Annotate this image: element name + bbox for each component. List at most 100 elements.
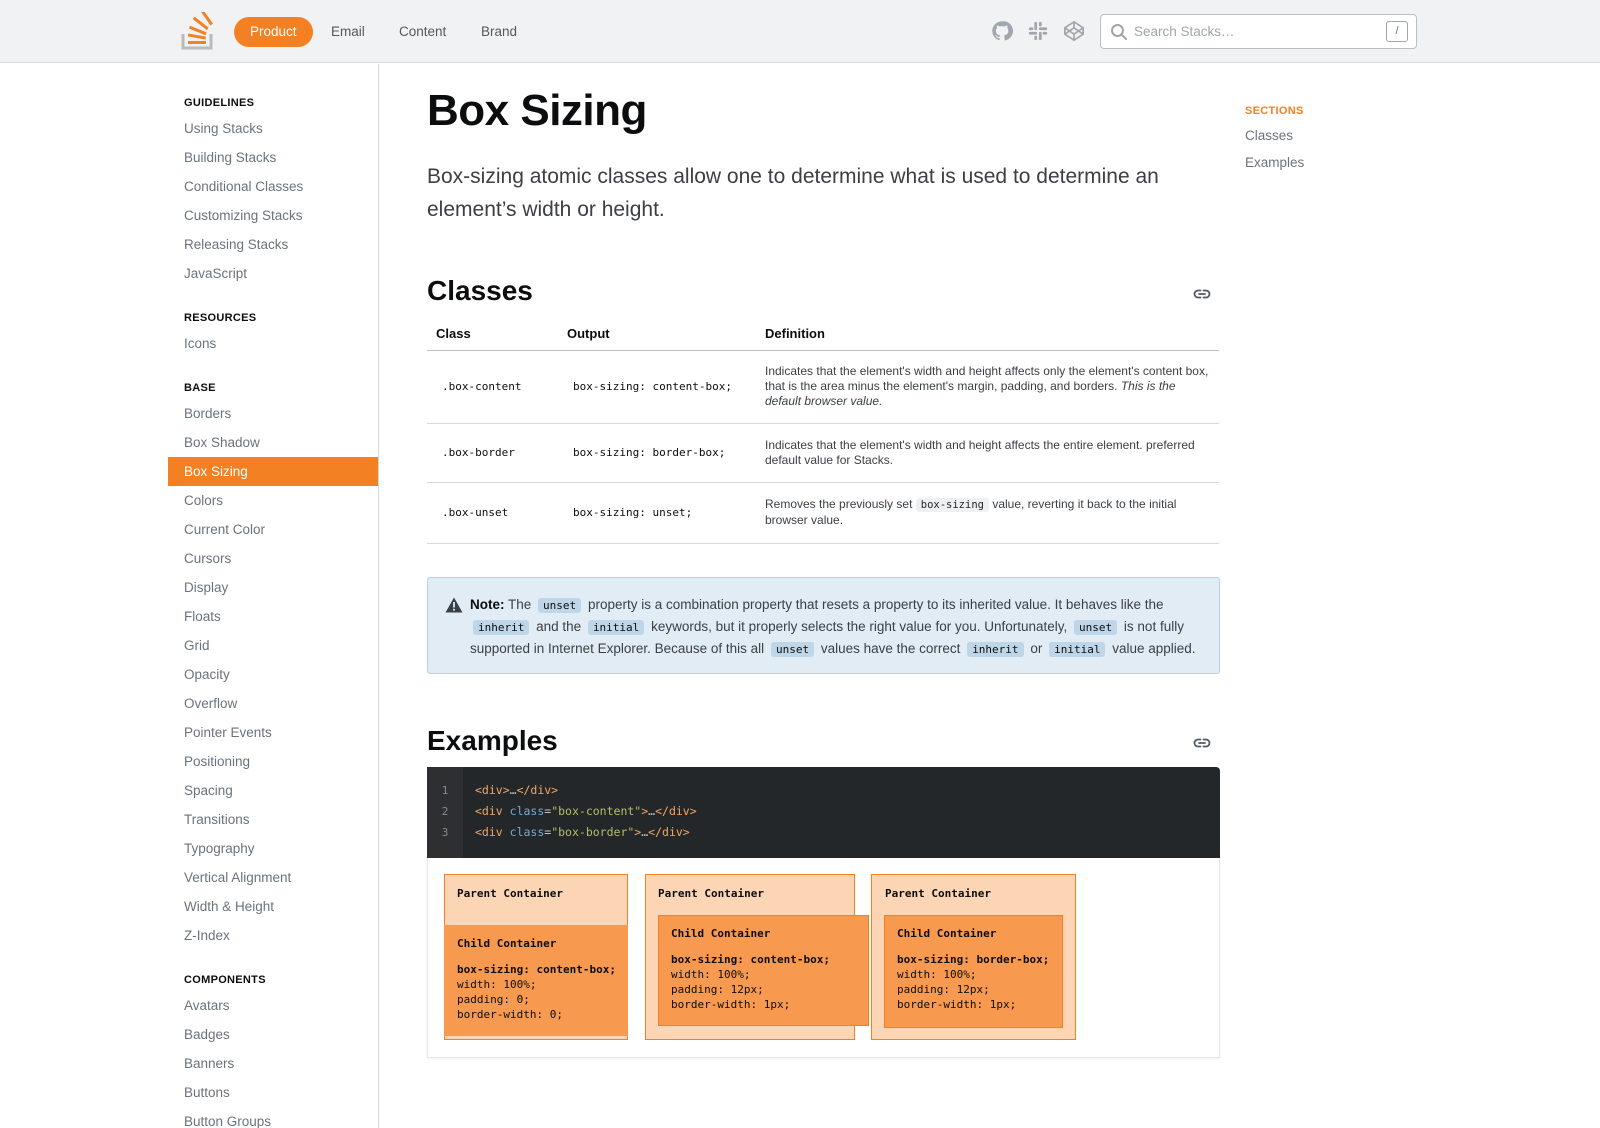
- sidebar-heading-base: BASE: [184, 382, 216, 394]
- parent-container-label: Parent Container: [658, 887, 764, 900]
- code-block: 1 2 3 <div>…</div> <div class="box-conte…: [427, 767, 1220, 858]
- inline-code: initial: [587, 620, 645, 635]
- examples-preview: Parent Container Child Container box-siz…: [427, 858, 1220, 1058]
- table-row: .box-border box-sizing: border-box; Indi…: [427, 423, 1219, 483]
- inline-code: inherit: [967, 642, 1024, 657]
- child-container-box: Child Container box-sizing: content-box;…: [444, 925, 628, 1036]
- toc-item-examples[interactable]: Examples: [1245, 155, 1304, 170]
- page-description: Box-sizing atomic classes allow one to d…: [427, 165, 1159, 221]
- sidebar-item-pointer-events[interactable]: Pointer Events: [168, 718, 378, 747]
- stack-logo-icon[interactable]: [181, 12, 215, 50]
- sidebar-item-spacing[interactable]: Spacing: [168, 776, 378, 805]
- line-number: 1: [441, 784, 449, 797]
- code-token: "box-border": [551, 825, 635, 839]
- classes-table: Class Output Definition .box-content box…: [427, 318, 1219, 544]
- toc-heading: SECTIONS: [1245, 105, 1304, 117]
- note-notice: Note: The unset property is a combinatio…: [427, 577, 1220, 674]
- line-number-gutter: 1 2 3: [427, 767, 463, 858]
- sidebar-item-colors[interactable]: Colors: [168, 486, 378, 515]
- sidebar-item-conditional-classes[interactable]: Conditional Classes: [168, 172, 378, 201]
- search-box[interactable]: /: [1100, 14, 1417, 49]
- sidebar-item-typography[interactable]: Typography: [168, 834, 378, 863]
- parent-container-box: Parent Container Child Container box-siz…: [645, 874, 869, 1040]
- inline-code: initial: [1049, 642, 1106, 657]
- line-number: 2: [441, 805, 449, 818]
- link-icon[interactable]: [1193, 285, 1211, 303]
- css-line: padding: 12px;: [897, 983, 990, 996]
- table-row: .box-unset box-sizing: unset; Removes th…: [427, 482, 1219, 544]
- sidebar-item-box-shadow[interactable]: Box Shadow: [168, 428, 378, 457]
- table-header-row: Class Output Definition: [427, 318, 1219, 351]
- sidebar-item-using-stacks[interactable]: Using Stacks: [168, 114, 378, 143]
- column-header-class: Class: [427, 318, 558, 351]
- sidebar-item-current-color[interactable]: Current Color: [168, 515, 378, 544]
- sidebar-heading-components: COMPONENTS: [184, 974, 266, 986]
- definition-cell: Removes the previously set box-sizing va…: [756, 482, 1219, 544]
- code-token: </div>: [648, 825, 690, 839]
- css-line: padding: 0;: [457, 993, 530, 1006]
- code-token: <div: [475, 825, 503, 839]
- sidebar-item-display[interactable]: Display: [168, 573, 378, 602]
- definition-cell: Indicates that the element's width and h…: [756, 423, 1219, 483]
- sidebar-item-opacity[interactable]: Opacity: [168, 660, 378, 689]
- sidebar-item-building-stacks[interactable]: Building Stacks: [168, 143, 378, 172]
- code-token: </div>: [655, 804, 697, 818]
- column-header-output: Output: [558, 318, 756, 351]
- sidebar-item-releasing-stacks[interactable]: Releasing Stacks: [168, 230, 378, 259]
- inline-code: inherit: [473, 620, 530, 635]
- output-cell: box-sizing: border-box;: [558, 423, 756, 483]
- nav-product[interactable]: Product: [234, 17, 313, 47]
- inline-code: unset: [538, 598, 582, 613]
- examples-heading: Examples: [427, 725, 558, 756]
- sidebar-item-avatars[interactable]: Avatars: [168, 991, 378, 1020]
- sidebar-item-width-and-height[interactable]: Width & Height: [168, 892, 378, 921]
- sidebar-item-transitions[interactable]: Transitions: [168, 805, 378, 834]
- toc-item-classes[interactable]: Classes: [1245, 128, 1293, 143]
- sidebar-item-box-sizing[interactable]: Box Sizing: [168, 457, 378, 486]
- github-icon[interactable]: [991, 20, 1013, 42]
- css-line: padding: 12px;: [671, 983, 764, 996]
- sidebar-item-badges[interactable]: Badges: [168, 1020, 378, 1049]
- search-input[interactable]: [1134, 15, 1374, 48]
- sidebar-heading-guidelines: GUIDELINES: [184, 97, 255, 109]
- css-line: border-width: 1px;: [897, 998, 1017, 1011]
- sidebar-item-overflow[interactable]: Overflow: [168, 689, 378, 718]
- sidebar-item-customizing-stacks[interactable]: Customizing Stacks: [168, 201, 378, 230]
- slack-icon[interactable]: [1027, 20, 1049, 42]
- sidebar-item-grid[interactable]: Grid: [168, 631, 378, 660]
- sidebar-item-javascript[interactable]: JavaScript: [168, 259, 378, 288]
- class-cell: .box-unset: [427, 482, 558, 544]
- css-line: width: 100%;: [457, 978, 537, 991]
- output-cell: box-sizing: unset;: [558, 482, 756, 544]
- sidebar-item-banners[interactable]: Banners: [168, 1049, 378, 1078]
- sidebar-item-buttons[interactable]: Buttons: [168, 1078, 378, 1107]
- link-icon[interactable]: [1193, 734, 1211, 752]
- sidebar-item-z-index[interactable]: Z-Index: [168, 921, 378, 950]
- code-token: class: [509, 804, 545, 818]
- parent-container-box: Parent Container Child Container box-siz…: [444, 874, 628, 1040]
- sidebar-item-positioning[interactable]: Positioning: [168, 747, 378, 776]
- nav-brand[interactable]: Brand: [465, 17, 533, 47]
- sidebar-item-button-groups[interactable]: Button Groups: [168, 1107, 378, 1128]
- nav-email[interactable]: Email: [315, 17, 381, 47]
- css-line: box-sizing: border-box;: [897, 953, 1050, 966]
- child-container-label: Child Container: [457, 937, 557, 950]
- codepen-icon[interactable]: [1063, 20, 1085, 42]
- parent-container-label: Parent Container: [457, 887, 563, 900]
- note-label: Note:: [470, 597, 505, 612]
- code-token: <div>: [475, 783, 510, 797]
- nav-content[interactable]: Content: [383, 17, 462, 47]
- sidebar-item-icons[interactable]: Icons: [168, 329, 378, 358]
- sidebar-item-vertical-alignment[interactable]: Vertical Alignment: [168, 863, 378, 892]
- sidebar: GUIDELINES Using Stacks Building Stacks Con…: [0, 64, 379, 1128]
- css-line: width: 100%;: [671, 968, 751, 981]
- sidebar-item-cursors[interactable]: Cursors: [168, 544, 378, 573]
- css-line: box-sizing: content-box;: [457, 963, 616, 976]
- column-header-definition: Definition: [756, 318, 1219, 351]
- sidebar-item-borders[interactable]: Borders: [168, 399, 378, 428]
- inline-code: box-sizing: [915, 498, 989, 512]
- sidebar-item-floats[interactable]: Floats: [168, 602, 378, 631]
- table-row: .box-content box-sizing: content-box; In…: [427, 350, 1219, 424]
- search-shortcut-key: /: [1386, 21, 1408, 42]
- css-line: box-sizing: content-box;: [671, 953, 830, 966]
